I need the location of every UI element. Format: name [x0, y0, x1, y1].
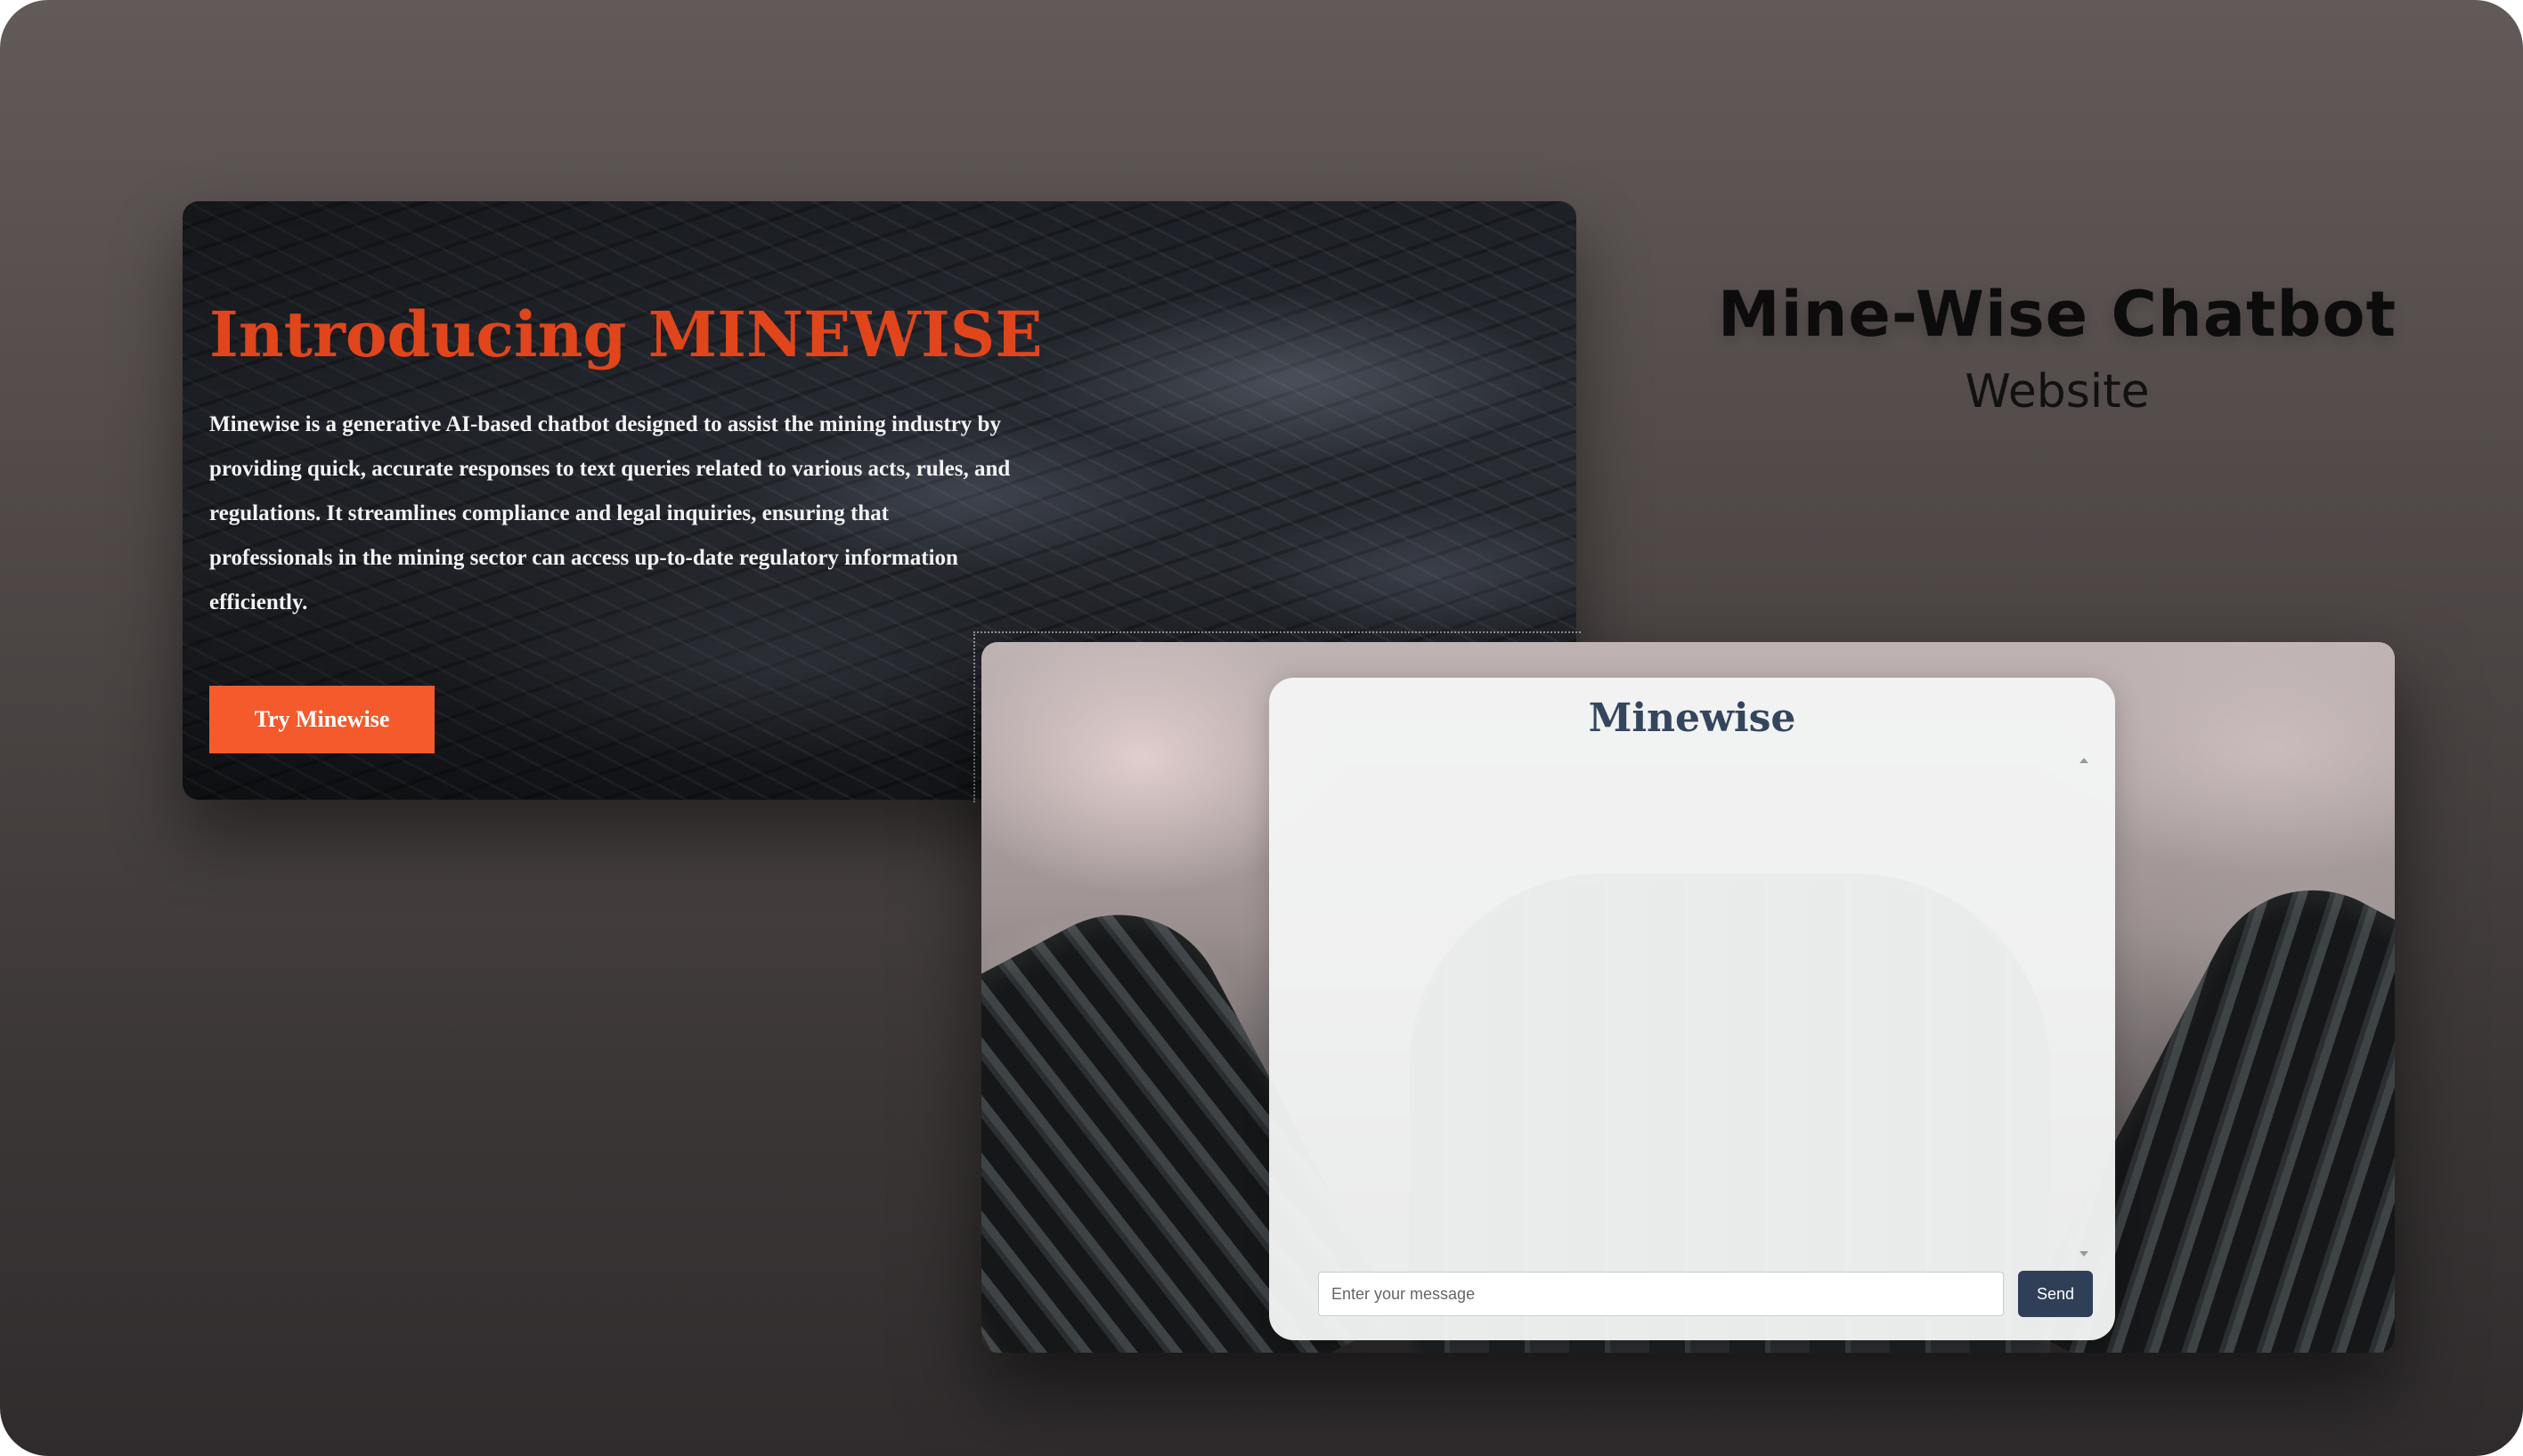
- showcase-title: Mine-Wise Chatbot: [1717, 278, 2397, 351]
- chat-title: Minewise: [1588, 695, 1796, 741]
- hero-content: Introducing MINEWISE Minewise is a gener…: [209, 297, 1043, 625]
- chat-messages-area[interactable]: [1296, 749, 2088, 1265]
- try-minewise-button[interactable]: Try Minewise: [209, 686, 435, 753]
- hero-description: Minewise is a generative AI-based chatbo…: [209, 412, 1011, 614]
- scroll-down-arrow-icon[interactable]: [2079, 1251, 2088, 1257]
- showcase-canvas: Mine-Wise Chatbot Website Introducing MI…: [0, 0, 2523, 1456]
- chat-panel: Minewise Send: [1269, 678, 2115, 1340]
- showcase-title-block: Mine-Wise Chatbot Website: [1683, 272, 2431, 423]
- message-input[interactable]: [1318, 1272, 2004, 1316]
- chat-screenshot: Minewise Send: [981, 642, 2395, 1353]
- send-button[interactable]: Send: [2018, 1271, 2093, 1317]
- showcase-subtitle: Website: [1965, 365, 2150, 419]
- hero-heading: Introducing MINEWISE: [209, 297, 1043, 371]
- scroll-up-arrow-icon[interactable]: [2079, 758, 2088, 763]
